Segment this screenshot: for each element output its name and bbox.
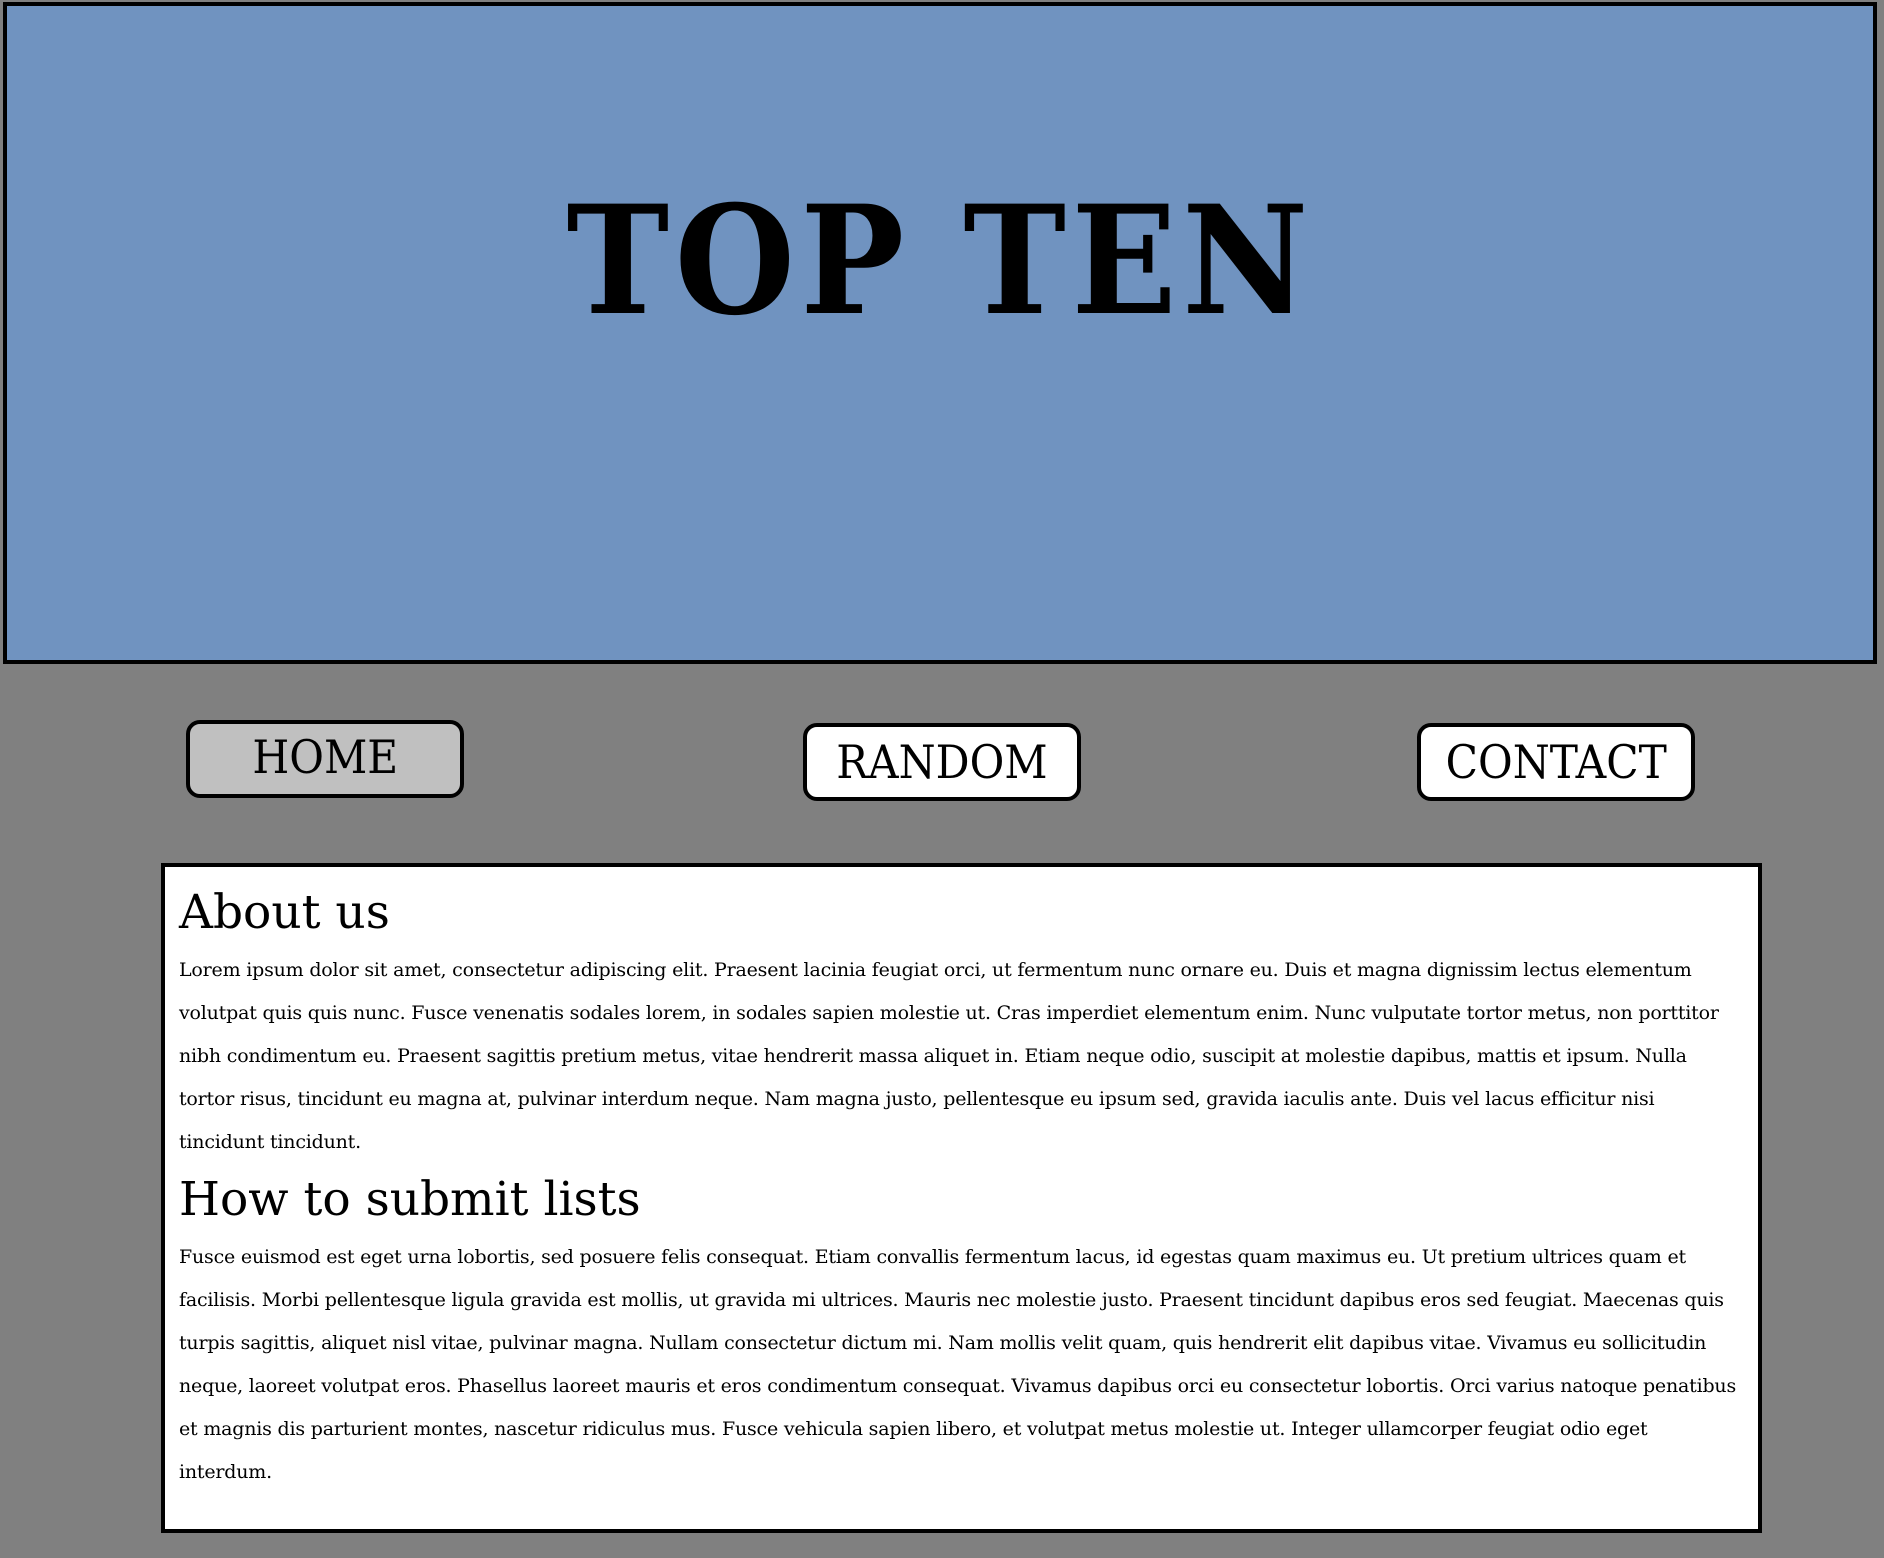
header-banner: TOP TEN: [3, 2, 1877, 664]
contact-button-label: CONTACT: [1445, 735, 1667, 789]
random-button-label: RANDOM: [836, 735, 1048, 789]
about-section: About us Lorem ipsum dolor sit amet, con…: [179, 885, 1738, 1164]
submit-text: Fusce euismod est eget urna lobortis, se…: [179, 1246, 1737, 1483]
home-button-label: HOME: [252, 730, 398, 784]
content-panel: About us Lorem ipsum dolor sit amet, con…: [161, 863, 1762, 1533]
submit-section: How to submit lists Fusce euismod est eg…: [179, 1172, 1738, 1494]
submit-heading: How to submit lists: [179, 1172, 641, 1227]
about-text: Lorem ipsum dolor sit amet, consectetur …: [179, 959, 1719, 1153]
random-button[interactable]: RANDOM: [803, 723, 1081, 801]
contact-button[interactable]: CONTACT: [1417, 723, 1695, 801]
about-heading: About us: [179, 885, 390, 940]
home-button[interactable]: HOME: [186, 720, 464, 798]
site-title: TOP TEN: [566, 172, 1314, 349]
